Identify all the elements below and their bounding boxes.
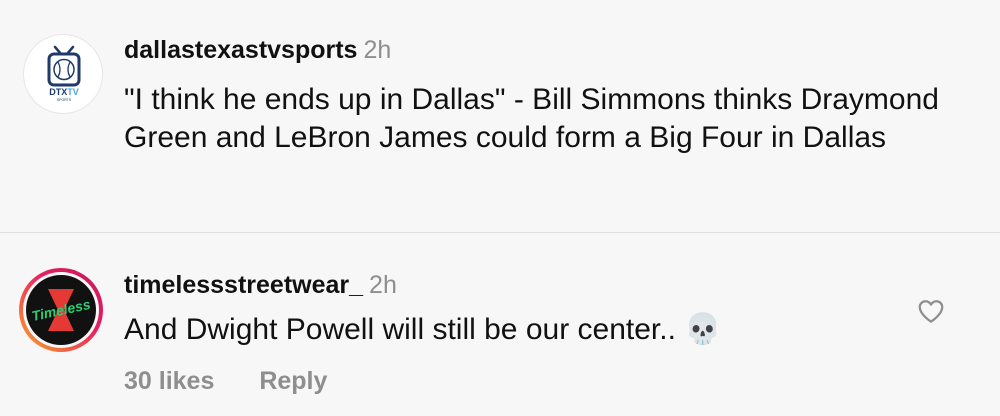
username-link[interactable]: timelessstreetwear_ [124, 271, 363, 299]
dtx-tv-logo-icon: DTXTV SPORTS [47, 45, 81, 102]
comment-text: And Dwight Powell will still be our cent… [124, 311, 884, 349]
dtx-label: DTX [49, 87, 67, 97]
timeless-logo-icon: Timeless [30, 289, 92, 331]
comment-header: timelessstreetwear_ 2h [124, 270, 397, 300]
reply-button[interactable]: Reply [259, 366, 327, 396]
avatar[interactable]: DTXTV SPORTS [23, 34, 103, 114]
comment-text-content: And Dwight Powell will still be our cent… [124, 313, 676, 346]
sports-label: SPORTS [57, 98, 72, 102]
comment-actions: 30 likes Reply [124, 366, 327, 396]
comment-header: dallastexastvsports 2h [124, 35, 391, 65]
comment-item: DTXTV SPORTS dallastexastvsports 2h "I th… [0, 0, 1000, 232]
username-link[interactable]: dallastexastvsports [124, 36, 357, 64]
likes-count-button[interactable]: 30 likes [124, 366, 214, 396]
comment-item: Timeless timelessstreetwear_ 2h And Dwigh… [0, 233, 1000, 416]
timestamp: 2h [363, 36, 392, 64]
avatar[interactable]: Timeless [19, 268, 103, 352]
svg-text:DTXTV: DTXTV [49, 87, 79, 97]
tv-label: TV [67, 87, 79, 97]
skull-emoji-icon: 💀 [684, 313, 722, 346]
timestamp: 2h [369, 271, 397, 299]
comment-text: "I think he ends up in Dallas" - Bill Si… [124, 83, 939, 154]
like-heart-icon[interactable] [916, 296, 946, 326]
